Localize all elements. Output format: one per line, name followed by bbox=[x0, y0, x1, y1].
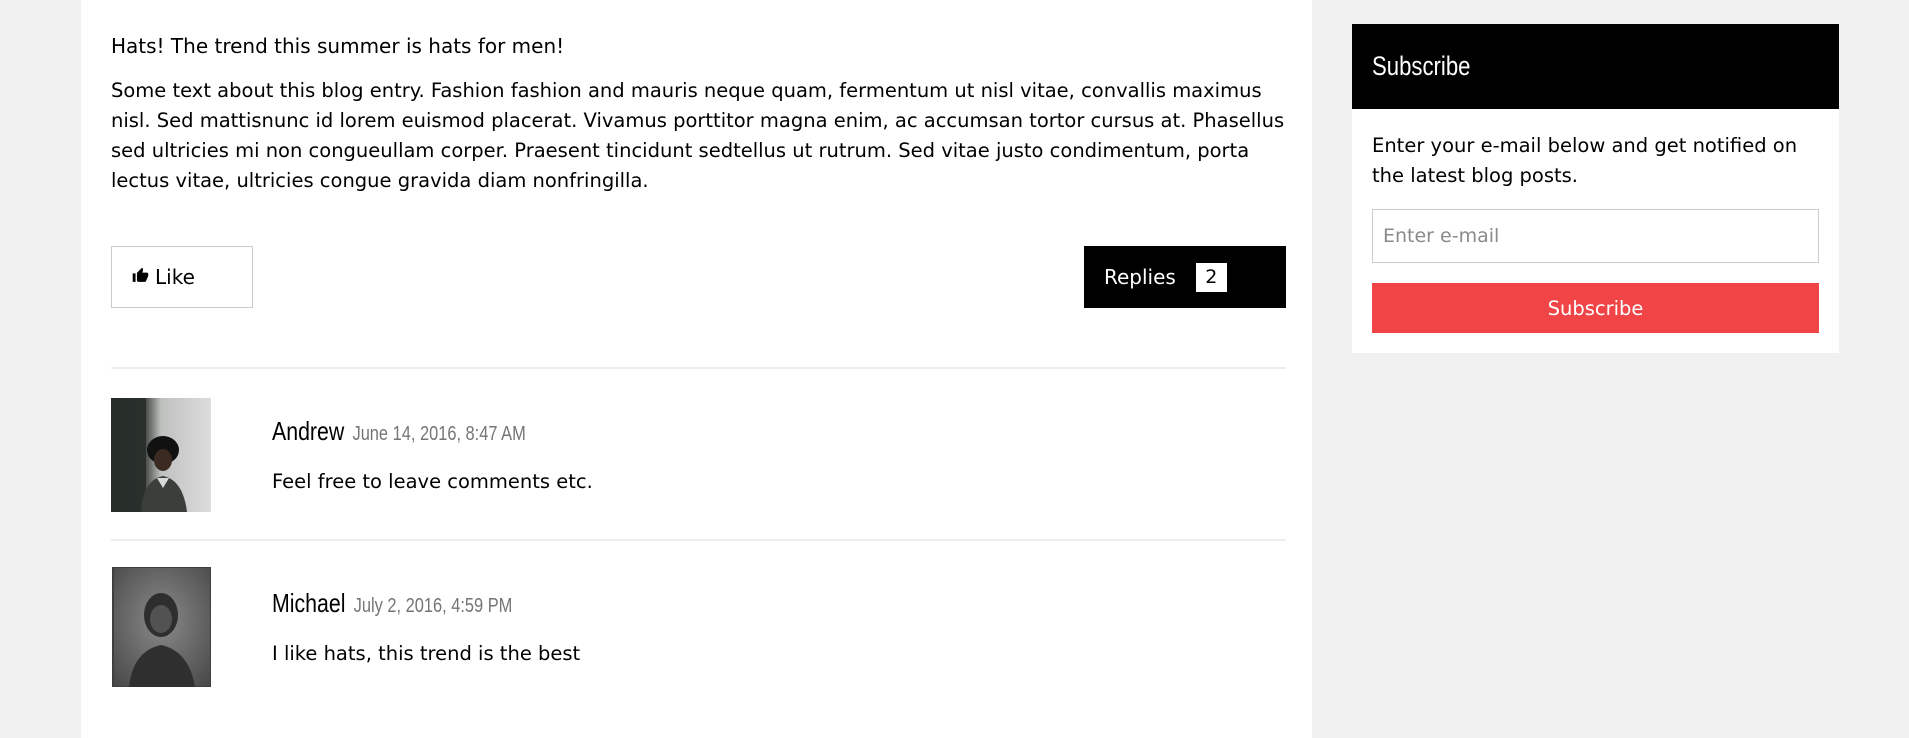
post-title: Hats! The trend this summer is hats for … bbox=[111, 34, 565, 58]
like-label: Like bbox=[155, 265, 195, 289]
comment-author: Michael bbox=[272, 588, 346, 618]
subscribe-button[interactable]: Subscribe bbox=[1372, 283, 1819, 333]
comment-date: June 14, 2016, 8:47 AM bbox=[352, 423, 526, 445]
subscribe-description: Enter your e-mail below and get notified… bbox=[1372, 134, 1798, 187]
comment-header: Michael July 2, 2016, 4:59 PM bbox=[272, 588, 512, 619]
divider bbox=[111, 539, 1286, 541]
avatar-andrew bbox=[111, 398, 211, 512]
subscribe-header: Subscribe bbox=[1352, 24, 1839, 109]
subscribe-title: Subscribe bbox=[1372, 51, 1471, 81]
thumbs-up-icon bbox=[132, 265, 155, 289]
comment-date: July 2, 2016, 4:59 PM bbox=[353, 595, 513, 617]
comment-author: Andrew bbox=[272, 416, 345, 446]
email-field[interactable] bbox=[1372, 209, 1819, 263]
blog-entry-card: Hats! The trend this summer is hats for … bbox=[81, 0, 1312, 738]
divider bbox=[111, 367, 1286, 369]
comment-header: Andrew June 14, 2016, 8:47 AM bbox=[272, 416, 526, 447]
subscribe-widget: Subscribe Enter your e-mail below and ge… bbox=[1352, 24, 1839, 353]
post-body: Some text about this blog entry. Fashion… bbox=[111, 79, 1285, 192]
comment-text: Feel free to leave comments etc. bbox=[272, 470, 593, 493]
replies-label: Replies bbox=[1104, 265, 1176, 289]
avatar-michael bbox=[111, 567, 211, 687]
like-button[interactable]: Like bbox=[111, 246, 253, 308]
replies-button[interactable]: Replies 2 bbox=[1084, 246, 1286, 308]
replies-count-badge: 2 bbox=[1195, 262, 1227, 292]
comment-text: I like hats, this trend is the best bbox=[272, 642, 581, 665]
